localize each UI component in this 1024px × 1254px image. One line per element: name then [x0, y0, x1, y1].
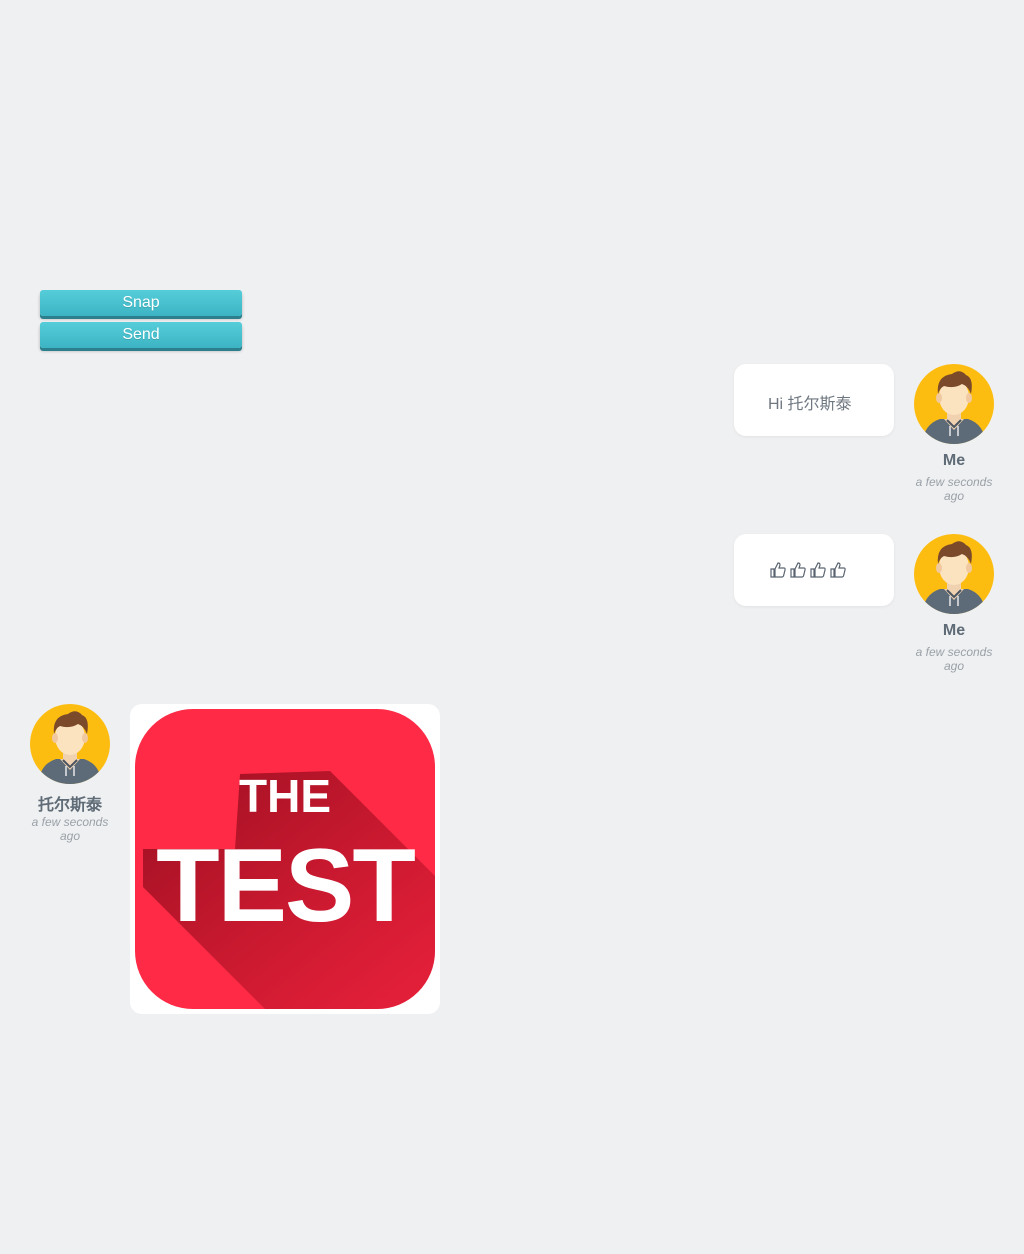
avatar	[30, 704, 110, 784]
user-avatar-icon	[914, 364, 994, 444]
thumbs-up-icon	[770, 562, 786, 578]
avatar	[914, 364, 994, 444]
message-timestamp: a few seconds ago	[915, 475, 993, 503]
send-button[interactable]: Send	[40, 322, 242, 348]
emoji-row	[769, 561, 849, 581]
image-message[interactable]: THE TEST	[130, 704, 440, 1014]
message-timestamp: a few seconds ago	[31, 815, 109, 843]
thumbs-up-icon	[790, 562, 806, 578]
message-timestamp: a few seconds ago	[915, 645, 993, 673]
user-avatar-icon	[914, 534, 994, 614]
sender-name: 托尔斯泰	[37, 797, 102, 814]
sender-name: Me	[942, 452, 966, 469]
user-avatar-icon	[30, 704, 110, 784]
message-bubble: Hi 托尔斯泰	[734, 364, 894, 436]
image-line-2: TEST	[156, 828, 415, 944]
thumbs-up-icon	[810, 562, 826, 578]
message-text: Hi 托尔斯泰	[768, 396, 852, 413]
avatar	[914, 534, 994, 614]
snap-button[interactable]: Snap	[40, 290, 242, 316]
message-bubble	[734, 534, 894, 606]
the-test-image[interactable]: THE TEST	[135, 709, 435, 1009]
sender-name: Me	[942, 622, 966, 639]
thumbs-up-icon	[830, 562, 846, 578]
image-line-1: THE	[239, 770, 331, 822]
